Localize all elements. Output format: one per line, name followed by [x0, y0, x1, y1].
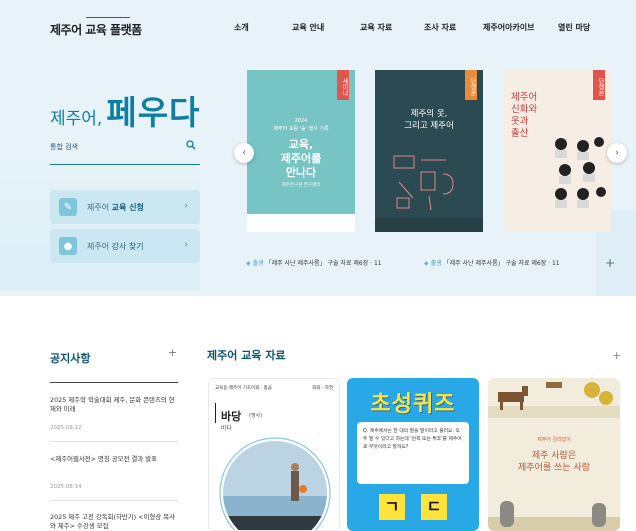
chevron-right-icon: › [184, 240, 188, 250]
caption-tag: 출생 [252, 260, 264, 267]
education-apply-button[interactable]: ✎ 제주어 교육 신청 › [50, 190, 200, 224]
quick-label-prefix: 제주어 [87, 241, 112, 251]
search-placeholder[interactable]: 통합 검색 [50, 142, 78, 152]
nav-about[interactable]: 소개 [234, 22, 249, 33]
book-title: 제주어 신화와 옷과 출산 [511, 92, 538, 139]
book-caption-1[interactable]: ◈ 출생 「제주 사난 제주사름」 구술 자료 제6장 · 11 [246, 258, 382, 267]
book-tag: 단행본 [465, 70, 477, 100]
caption-text: 「제주 사난 제주사름」 구술 자료 제6장 · 11 [443, 260, 560, 267]
logo-ornament [86, 17, 130, 18]
brand-small-text: 제주어, [50, 109, 103, 129]
brand-big-text: 페우다 [106, 93, 201, 132]
material-card-1[interactable]: 교육용 제주어 기초어휘 · 총곱 회화 · 자연 바당 (명사) 바다 [208, 378, 340, 531]
sea-photo-icon [219, 437, 331, 530]
slider-next-button[interactable]: › [607, 143, 627, 163]
search-box[interactable]: 통합 검색 [50, 138, 200, 165]
book-line: 제주어 포럼 '숲' 행사 기록 [273, 126, 329, 132]
book-card-1[interactable]: 세미나 2024 제주어 포럼 '숲' 행사 기록 교육, 제주어를 만나다 제… [247, 70, 355, 232]
horse-landscape-icon [488, 382, 620, 418]
nav-education-guide[interactable]: 교육 안내 [292, 22, 324, 33]
nav-education-materials[interactable]: 교육 자료 [360, 22, 392, 33]
quick-label-bold: 교육 신청 [111, 202, 144, 212]
card-head: 교육용 제주어 기초어휘 · 총곱 [215, 386, 272, 391]
card-word: 바당 [221, 410, 242, 423]
notice-item-date: 2025.09.12 [50, 425, 82, 431]
quick-label-prefix: 제주어 [87, 202, 112, 212]
notice-divider [50, 382, 178, 383]
search-icon[interactable] [186, 140, 196, 150]
costume-illustration-icon [393, 155, 454, 211]
caption-tag: 출생 [430, 260, 442, 267]
quick-label-bold: 강사 찾기 [111, 241, 144, 251]
book-line: 2024 [294, 118, 308, 124]
notice-divider [50, 500, 178, 501]
edit-icon: ✎ [59, 198, 77, 216]
notice-item-date: 2025.08.14 [50, 484, 82, 490]
book-card-2[interactable]: 단행본 제주의 옷, 그리고 제주어 [375, 70, 483, 232]
nav-open-forum[interactable]: 열린 마당 [558, 22, 590, 33]
quiz-question: Q. 제주에서는 한 대의 말을 말이라고 불러요. 오두 말 수 있다고 하는… [357, 422, 469, 484]
caption-text: 「제주 사난 제주사름」 구술 자료 제6장 · 11 [265, 260, 382, 267]
notice-item-title[interactable]: 2025 제주학 학술대회 제주, 문화 콘텐츠의 현재와 미래 [50, 396, 178, 414]
quiz-title: 초성퀴즈 [370, 392, 456, 417]
chevron-right-icon: › [184, 201, 188, 211]
material-card-3[interactable]: 제주어 길라잡이 제주 사람은 제주어를 쓰는 사람 [488, 378, 620, 531]
book-title: 제주의 옷, 그리고 제주어 [404, 109, 454, 131]
notice-divider [50, 441, 178, 442]
card-head: 제주어 길라잡이 [537, 437, 571, 443]
nav-archive[interactable]: 제주어아카이브 [483, 22, 535, 33]
notice-item-title[interactable]: 2025 제주 고전 강독회(하반기) <이형상 목사와 제주> 수강생 모집 [50, 513, 178, 531]
site-header: 제주어 교육 플랫폼 소개 교육 안내 교육 자료 조사 자료 제주어아카이브 … [0, 0, 636, 58]
notice-item-title[interactable]: <제주어웹사전> 명칭 공모전 결과 발표 [50, 455, 178, 464]
nav-research-materials[interactable]: 조사 자료 [424, 22, 456, 33]
plus-icon[interactable]: + [605, 256, 615, 270]
book-tag: 세미나 [337, 70, 349, 100]
find-instructor-button[interactable]: ● 제주어 강사 찾기 › [50, 229, 200, 263]
material-card-2[interactable]: 초성퀴즈 Q. 제주에서는 한 대의 말을 말이라고 불러요. 오두 말 수 있… [347, 378, 479, 531]
tag-icon: ◈ [246, 260, 251, 267]
book-card-3[interactable]: 단행본 제주어 신화와 옷과 출산 [503, 70, 611, 232]
book-sub: 제주연구원 연구센터 [281, 183, 321, 188]
notice-title: 공지사항 [50, 352, 91, 365]
quiz-letter: ㄱ [379, 494, 405, 520]
slider-prev-button[interactable]: ‹ [234, 143, 254, 163]
card-tag: 회화 · 자연 [312, 386, 333, 391]
stone-grandfather-icon [488, 501, 620, 531]
elders-portrait-icon [555, 137, 606, 208]
materials-more-icon[interactable]: + [612, 349, 621, 362]
book-title: 교육, 제주어를 만나다 [280, 138, 322, 179]
card-pos: (명사) [249, 413, 263, 419]
site-logo[interactable]: 제주어 교육 플랫폼 [50, 21, 142, 38]
hero-brand: 제주어, 페우다 [50, 86, 200, 134]
tag-icon: ◈ [424, 260, 429, 267]
notice-more-icon[interactable]: + [168, 346, 177, 359]
materials-title: 제주어 교육 자료 [207, 349, 286, 362]
book-caption-2[interactable]: ◈ 출생 「제주 사난 제주사름」 구술 자료 제6장 · 11 [424, 258, 560, 267]
person-icon: ● [59, 237, 77, 255]
book-tag: 단행본 [593, 70, 605, 100]
quiz-letter: ㄷ [421, 494, 447, 520]
card-title: 제주 사람은 제주어를 쓰는 사람 [518, 451, 590, 473]
